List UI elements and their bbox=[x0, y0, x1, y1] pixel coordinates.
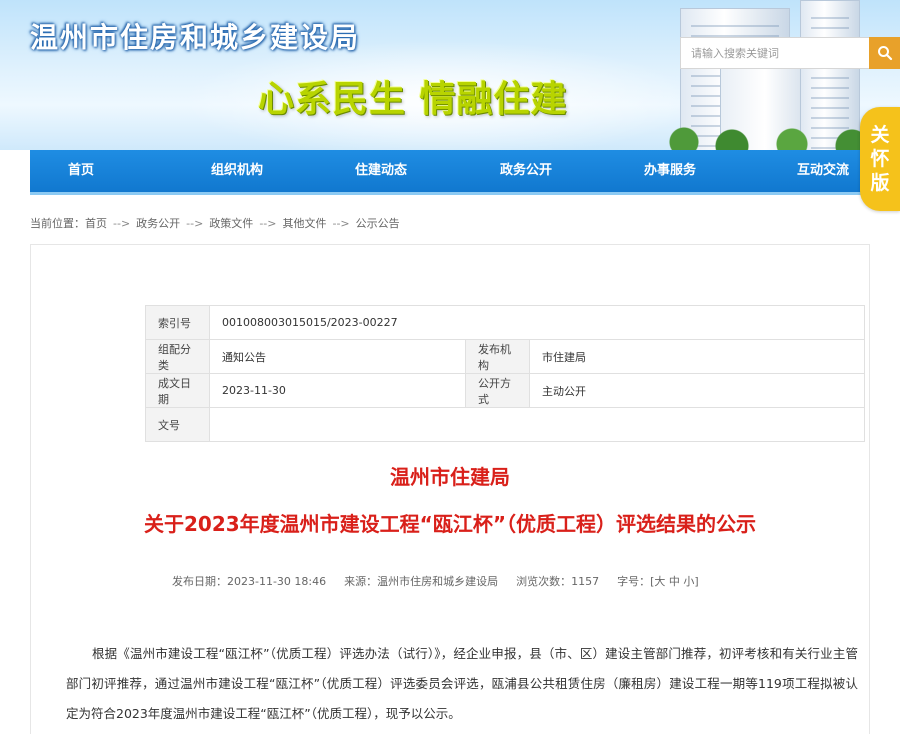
care-version-button[interactable]: 关 怀 版 bbox=[860, 107, 900, 211]
main-nav: 首页 组织机构 住建动态 政务公开 办事服务 互动交流 bbox=[30, 150, 870, 195]
care-badge-char: 关 bbox=[870, 124, 890, 146]
breadcrumb: 当前位置：首页 --> 政务公开 --> 政策文件 --> 其他文件 --> 公示公告 bbox=[30, 215, 400, 231]
publish-date: 2023-11-30 18:46 bbox=[227, 575, 327, 588]
breadcrumb-link-home[interactable]: 首页 bbox=[85, 217, 107, 230]
search-button[interactable] bbox=[869, 37, 900, 69]
index-value: 001008003015015/2023-00227 bbox=[209, 305, 865, 340]
font-size-label: 字号： bbox=[617, 575, 651, 588]
table-row: 文号 bbox=[145, 407, 865, 442]
docno-value bbox=[209, 407, 865, 442]
care-badge-char: 版 bbox=[870, 172, 890, 194]
breadcrumb-link-notices[interactable]: 公示公告 bbox=[356, 217, 400, 230]
breadcrumb-link-policy[interactable]: 政策文件 bbox=[209, 217, 253, 230]
docno-label: 文号 bbox=[145, 407, 210, 442]
disclosure-label: 公开方式 bbox=[465, 373, 530, 408]
breadcrumb-link-other[interactable]: 其他文件 bbox=[282, 217, 326, 230]
document-info-table: 索引号 001008003015015/2023-00227 组配分类 通知公告… bbox=[145, 305, 865, 442]
source-label: 来源： bbox=[344, 575, 378, 588]
breadcrumb-link-gov-affairs[interactable]: 政务公开 bbox=[136, 217, 180, 230]
nav-item-organization[interactable]: 组织机构 bbox=[211, 150, 263, 192]
font-size-options[interactable]: [大 中 小] bbox=[650, 575, 699, 588]
header-banner: 温州市住房和城乡建设局 心系民生 情融住建 bbox=[0, 0, 900, 150]
nav-item-gov-affairs[interactable]: 政务公开 bbox=[500, 150, 552, 192]
views-count: 1157 bbox=[571, 575, 600, 588]
date-value: 2023-11-30 bbox=[209, 373, 466, 408]
breadcrumb-separator: --> bbox=[259, 217, 277, 230]
publish-date-label: 发布日期： bbox=[172, 575, 227, 588]
nav-item-news[interactable]: 住建动态 bbox=[355, 150, 407, 192]
nav-item-services[interactable]: 办事服务 bbox=[644, 150, 696, 192]
breadcrumb-prefix: 当前位置： bbox=[30, 217, 85, 230]
views-label: 浏览次数： bbox=[516, 575, 572, 588]
category-label: 组配分类 bbox=[145, 339, 210, 374]
table-row: 组配分类 通知公告 发布机构 市住建局 bbox=[145, 339, 865, 374]
publisher-label: 发布机构 bbox=[465, 339, 530, 374]
index-label: 索引号 bbox=[145, 305, 210, 340]
search-icon bbox=[877, 46, 892, 61]
disclosure-value: 主动公开 bbox=[529, 373, 865, 408]
slogan: 心系民生 情融住建 bbox=[258, 79, 568, 120]
document-title: 关于2023年度温州市建设工程“瓯江杯”（优质工程）评选结果的公示 bbox=[144, 512, 756, 536]
nav-item-interaction[interactable]: 互动交流 bbox=[797, 150, 849, 192]
article-meta: 发布日期：2023-11-30 18:46 来源：温州市住房和城乡建设局 浏览次数：… bbox=[172, 573, 699, 589]
publisher-value: 市住建局 bbox=[529, 339, 865, 374]
breadcrumb-separator: --> bbox=[332, 217, 350, 230]
source-value: 温州市住房和城乡建设局 bbox=[377, 575, 499, 588]
document-org-heading: 温州市住建局 bbox=[390, 465, 510, 489]
article-body: 根据《温州市建设工程“瓯江杯”（优质工程）评选办法（试行）》，经企业申报，县（市… bbox=[66, 646, 858, 721]
breadcrumb-separator: --> bbox=[186, 217, 204, 230]
table-row: 索引号 001008003015015/2023-00227 bbox=[145, 305, 865, 340]
nav-item-home[interactable]: 首页 bbox=[68, 150, 94, 192]
date-label: 成文日期 bbox=[145, 373, 210, 408]
breadcrumb-separator: --> bbox=[113, 217, 131, 230]
search-input[interactable] bbox=[680, 37, 869, 69]
table-row: 成文日期 2023-11-30 公开方式 主动公开 bbox=[145, 373, 865, 408]
care-badge-char: 怀 bbox=[870, 148, 890, 170]
site-title[interactable]: 温州市住房和城乡建设局 bbox=[30, 16, 360, 56]
category-value: 通知公告 bbox=[209, 339, 466, 374]
